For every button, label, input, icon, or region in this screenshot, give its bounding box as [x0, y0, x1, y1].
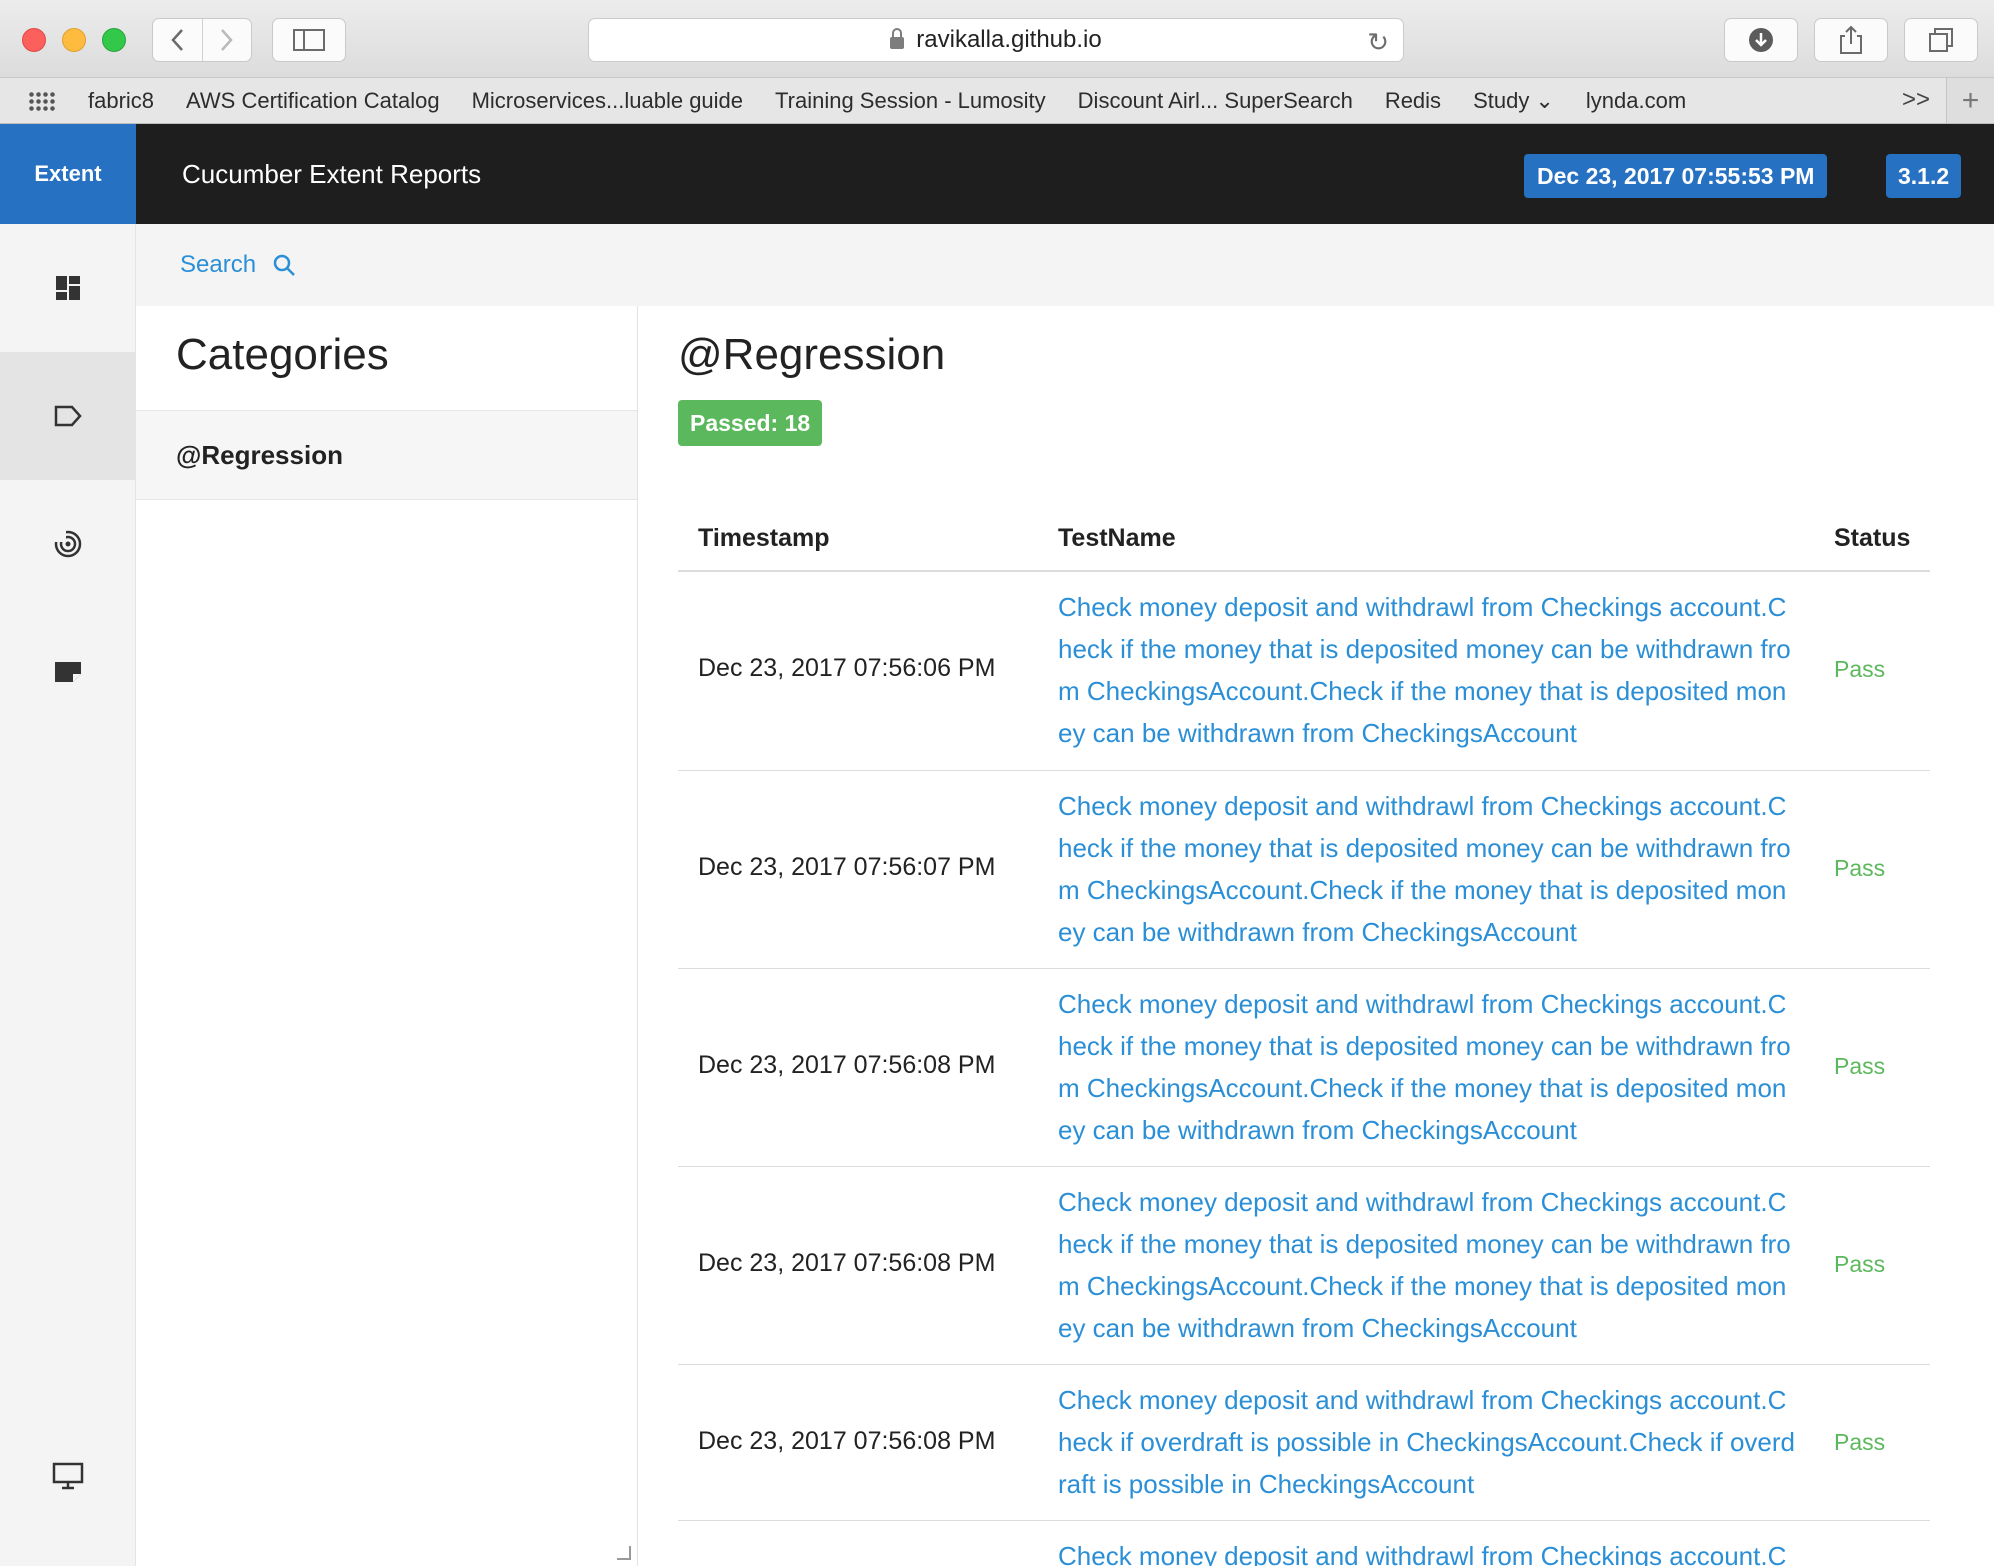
bookmark-item[interactable]: fabric8: [88, 88, 154, 114]
test-timestamp: Dec 23, 2017 07:56:06 PM: [698, 654, 996, 682]
test-name-link[interactable]: Check money deposit and withdrawl from C…: [1058, 586, 1800, 754]
browser-toolbar: ravikalla.github.io ↻: [0, 0, 1994, 78]
test-status: Pass: [1834, 656, 1886, 682]
history-nav: [152, 18, 252, 62]
bookmark-folder-study[interactable]: Study ⌄: [1473, 88, 1554, 114]
search-icon[interactable]: [272, 253, 296, 277]
back-button[interactable]: [153, 19, 202, 61]
table-row: Dec 23, 2017 07:56:08 PM Check money dep…: [678, 1365, 1930, 1521]
bookmark-item[interactable]: lynda.com: [1586, 88, 1686, 114]
test-name-link[interactable]: Check money deposit and withdrawl from C…: [1058, 1535, 1800, 1566]
bookmarks-bar: fabric8 AWS Certification Catalog Micros…: [0, 78, 1994, 124]
table-row: Dec 23, 2017 07:56:08 PM Check money dep…: [678, 969, 1930, 1167]
passed-count-badge: Passed: 18: [678, 400, 823, 446]
nav-dashboard[interactable]: [0, 224, 135, 352]
column-header-timestamp: Timestamp: [698, 524, 830, 552]
table-row: Dec 23, 2017 07:56:07 PM Check money dep…: [678, 771, 1930, 969]
test-status: Pass: [1834, 1053, 1886, 1079]
share-icon: [1840, 25, 1862, 54]
bookmark-item[interactable]: Microservices...luable guide: [472, 88, 743, 114]
tag-icon: [54, 405, 82, 427]
top-sites-grid-icon[interactable]: [28, 90, 56, 111]
exception-icon: [54, 530, 81, 558]
downloads-button[interactable]: [1724, 18, 1798, 62]
test-name-link[interactable]: Check money deposit and withdrawl from C…: [1058, 785, 1800, 953]
test-timestamp: Dec 23, 2017 07:56:08 PM: [698, 1427, 996, 1455]
sidebar-icon: [293, 29, 325, 51]
new-tab-button[interactable]: +: [1946, 78, 1994, 123]
categories-panel: Categories @Regression: [136, 306, 638, 1566]
nav-exceptions[interactable]: [0, 480, 135, 608]
chevron-right-icon: [220, 29, 233, 51]
search-label[interactable]: Search: [180, 251, 256, 279]
test-name-link[interactable]: Check money deposit and withdrawl from C…: [1058, 1379, 1800, 1505]
lock-icon: [890, 28, 905, 49]
tabs-overview-button[interactable]: [1904, 18, 1978, 62]
test-timestamp: Dec 23, 2017 07:56:08 PM: [698, 1249, 996, 1277]
app-header: Extent Cucumber Extent Reports Dec 23, 2…: [0, 124, 1994, 224]
column-header-testname: TestName: [1058, 524, 1176, 552]
zoom-window-button[interactable]: [102, 28, 126, 52]
reload-icon[interactable]: ↻: [1367, 27, 1389, 58]
side-nav: [0, 224, 136, 1566]
brand-logo[interactable]: Extent: [0, 124, 136, 224]
category-title: @Regression: [678, 330, 946, 379]
download-icon: [1749, 28, 1773, 52]
forward-button[interactable]: [201, 19, 252, 61]
log-icon: [54, 662, 81, 682]
nav-environment[interactable]: [0, 1424, 135, 1528]
sidebar-toggle-button[interactable]: [272, 18, 346, 62]
test-status: Pass: [1834, 1251, 1886, 1277]
table-row: Check money deposit and withdrawl from C…: [678, 1521, 1930, 1566]
test-status: Pass: [1834, 855, 1886, 881]
chevron-left-icon: [171, 29, 184, 51]
test-name-link[interactable]: Check money deposit and withdrawl from C…: [1058, 1181, 1800, 1349]
test-timestamp: Dec 23, 2017 07:56:07 PM: [698, 853, 996, 881]
dashboard-icon: [55, 276, 80, 300]
tests-table: Timestamp TestName Status Dec 23, 2017 0…: [678, 482, 1930, 1566]
bookmark-item[interactable]: Training Session - Lumosity: [775, 88, 1046, 114]
bookmark-item[interactable]: Redis: [1385, 88, 1441, 114]
report-date-badge: Dec 23, 2017 07:55:53 PM: [1524, 154, 1828, 198]
categories-title: Categories: [176, 330, 389, 379]
column-header-status: Status: [1834, 524, 1911, 552]
bookmark-item[interactable]: Discount Airl... SuperSearch: [1078, 88, 1353, 114]
test-name-link[interactable]: Check money deposit and withdrawl from C…: [1058, 983, 1800, 1151]
category-item[interactable]: @Regression: [136, 410, 637, 500]
table-header: Timestamp TestName Status: [678, 482, 1930, 572]
nav-categories[interactable]: [0, 352, 135, 480]
address-bar[interactable]: ravikalla.github.io ↻: [588, 18, 1404, 62]
tabs-icon: [1929, 28, 1953, 52]
more-bookmarks-button[interactable]: >>: [1902, 86, 1930, 114]
bookmark-item[interactable]: AWS Certification Catalog: [186, 88, 440, 114]
minimize-window-button[interactable]: [62, 28, 86, 52]
url-text: ravikalla.github.io: [916, 26, 1102, 53]
share-button[interactable]: [1814, 18, 1888, 62]
test-status: Pass: [1834, 1429, 1886, 1455]
test-timestamp: Dec 23, 2017 07:56:08 PM: [698, 1051, 996, 1079]
report-name: Cucumber Extent Reports: [182, 158, 482, 189]
nav-logs[interactable]: [0, 608, 135, 736]
version-badge: 3.1.2: [1886, 154, 1962, 198]
table-row: Dec 23, 2017 07:56:06 PM Check money dep…: [678, 572, 1930, 771]
close-window-button[interactable]: [22, 28, 46, 52]
category-detail: @Regression Passed: 18 Timestamp TestNam…: [638, 306, 1994, 1566]
search-bar[interactable]: Search: [136, 224, 1994, 306]
resize-handle[interactable]: [617, 1546, 631, 1560]
monitor-icon: [52, 1462, 83, 1490]
table-row: Dec 23, 2017 07:56:08 PM Check money dep…: [678, 1167, 1930, 1365]
